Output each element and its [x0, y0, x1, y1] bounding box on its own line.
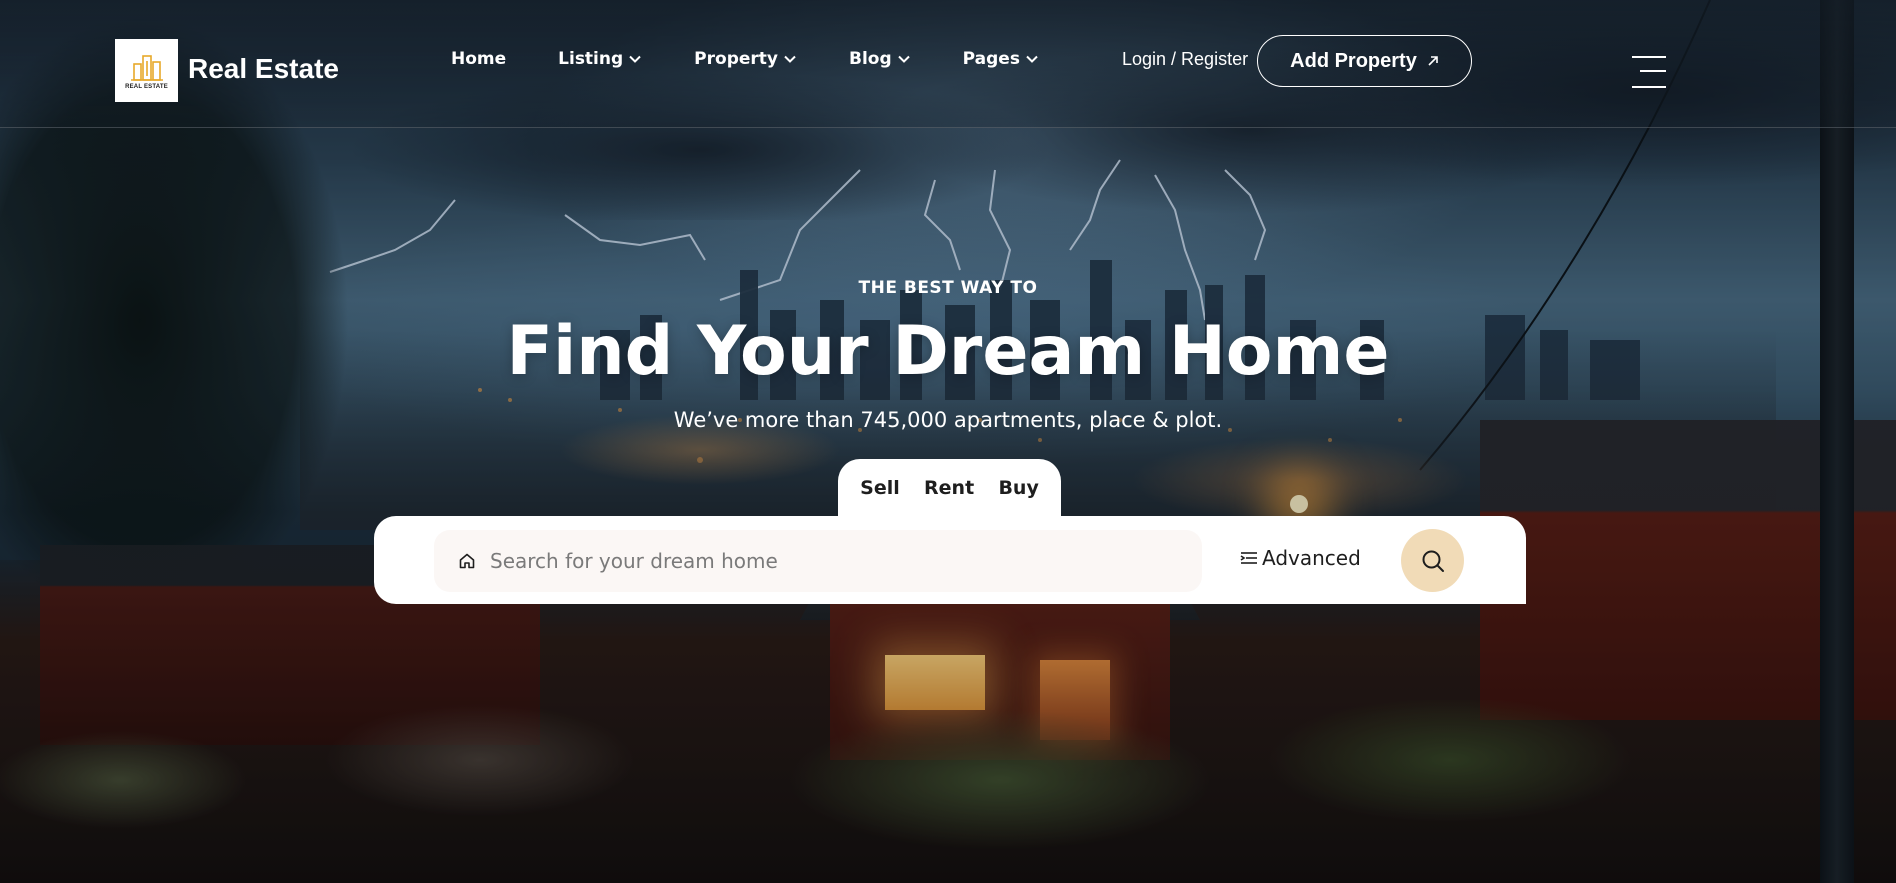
- search-input[interactable]: [490, 549, 1170, 573]
- arrow-up-right-icon: [1428, 56, 1438, 66]
- tab-rent[interactable]: Rent: [924, 477, 974, 499]
- chevron-down-icon: [1026, 55, 1038, 63]
- chevron-down-icon: [897, 55, 910, 63]
- listing-type-tabs: Sell Rent Buy: [838, 459, 1061, 517]
- chevron-down-icon: [629, 55, 641, 63]
- search-card: Advanced: [374, 516, 1526, 604]
- nav-item-label: Blog: [849, 49, 892, 69]
- filter-lines-icon: [1240, 552, 1257, 564]
- logo-text: REAL ESTATE: [125, 83, 168, 90]
- add-property-button[interactable]: Add Property: [1257, 35, 1472, 87]
- building-logo-icon: [130, 54, 163, 81]
- nav-item-label: Listing: [558, 49, 624, 69]
- site-header: REAL ESTATE Real Estate Home Listing Pro…: [0, 0, 1896, 128]
- image-overlay: [0, 0, 1896, 883]
- advanced-filter-button[interactable]: Advanced: [1240, 546, 1361, 570]
- nav-item-home[interactable]: Home: [451, 49, 506, 69]
- search-button[interactable]: [1401, 529, 1464, 592]
- hero-background-image: [0, 0, 1896, 883]
- nav-item-label: Home: [451, 49, 507, 69]
- logo[interactable]: REAL ESTATE: [115, 39, 178, 102]
- login-register-link[interactable]: Login / Register: [1122, 49, 1248, 70]
- nav-item-property[interactable]: Property: [694, 49, 797, 69]
- nav-item-blog[interactable]: Blog: [849, 49, 911, 69]
- main-nav: Home Listing Property Blog Pages: [451, 49, 1091, 69]
- hero-eyebrow: THE BEST WAY TO: [858, 278, 1038, 298]
- search-field[interactable]: [434, 530, 1202, 592]
- hamburger-menu-icon[interactable]: [1632, 54, 1666, 90]
- brand-name[interactable]: Real Estate: [188, 53, 339, 85]
- nav-item-listing[interactable]: Listing: [558, 49, 642, 69]
- tab-buy[interactable]: Buy: [998, 477, 1038, 499]
- nav-item-label: Property: [694, 49, 778, 69]
- nav-item-pages[interactable]: Pages: [963, 49, 1039, 69]
- home-icon: [459, 553, 475, 569]
- hero-subtitle: We’ve more than 745,000 apartments, plac…: [673, 408, 1223, 432]
- advanced-label: Advanced: [1262, 546, 1361, 570]
- add-property-label: Add Property: [1290, 49, 1417, 72]
- nav-item-label: Pages: [962, 49, 1020, 69]
- hero-title: Find Your Dream Home: [506, 312, 1390, 391]
- search-icon: [1422, 550, 1444, 572]
- chevron-down-icon: [784, 55, 796, 63]
- tab-sell[interactable]: Sell: [860, 477, 900, 499]
